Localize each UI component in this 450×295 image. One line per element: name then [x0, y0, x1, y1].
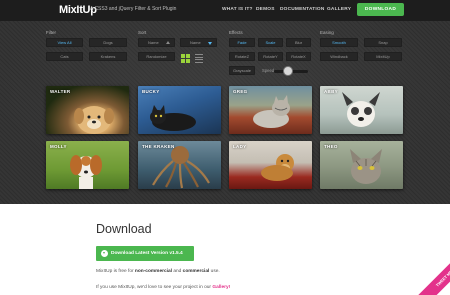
card-abby[interactable]: ABBY — [320, 86, 403, 134]
download-heading: Download — [96, 222, 152, 236]
download-latest-button[interactable]: Download Latest Version v1.5.4 — [96, 246, 194, 261]
card-name: THE KRAKEN — [142, 144, 175, 149]
card-bucky[interactable]: BUCKY — [138, 86, 221, 134]
effect-rotatez-toggle[interactable]: RotateZ — [229, 52, 255, 61]
tagline: A CSS3 and jQuery Filter & Sort Plugin — [90, 6, 177, 12]
filter-view-all-button[interactable]: View All — [46, 38, 83, 47]
card-lady[interactable]: LADY — [229, 141, 312, 189]
effect-blur-toggle[interactable]: Blur — [286, 38, 311, 47]
sort-randomize-button[interactable]: Randomize — [138, 52, 175, 61]
card-name: ABBY — [324, 89, 338, 94]
license-text: MixItUp is free for non-commercial and c… — [96, 269, 220, 274]
sort-label: Sort — [138, 30, 147, 35]
effect-fade-toggle[interactable]: Fade — [229, 38, 255, 47]
speed-slider-handle[interactable] — [282, 66, 293, 76]
list-view-icon[interactable] — [195, 54, 203, 63]
effect-scale-toggle[interactable]: Scale — [258, 38, 283, 47]
card-greg[interactable]: GREG — [229, 86, 312, 134]
card-name: WALTER — [50, 89, 71, 94]
sort-button-label: Name — [190, 40, 201, 45]
filter-label: Filter — [46, 30, 56, 35]
card-the-kraken[interactable]: THE KRAKEN — [138, 141, 221, 189]
card-molly[interactable]: MOLLY — [46, 141, 129, 189]
easing-mixitup-button[interactable]: MixItUp — [364, 52, 402, 61]
grid-view-icon[interactable] — [181, 54, 190, 63]
effect-rotatex-toggle[interactable]: RotateX — [286, 52, 311, 61]
sort-button-label: Name — [148, 40, 159, 45]
filter-cats-button[interactable]: Cats — [46, 52, 83, 61]
card-walter[interactable]: WALTER — [46, 86, 129, 134]
nav-what-is-it[interactable]: WHAT IS IT? — [222, 7, 253, 12]
easing-snap-button[interactable]: Snap — [364, 38, 402, 47]
card-name: THEO — [324, 144, 338, 149]
arrow-down-icon — [208, 42, 212, 45]
easing-smooth-button[interactable]: Smooth — [320, 38, 358, 47]
tweet-ribbon[interactable]: TWEET ME — [418, 252, 450, 295]
card-name: GREG — [233, 89, 248, 94]
card-theo[interactable]: THEO — [320, 141, 403, 189]
card-name: BUCKY — [142, 89, 160, 94]
gallery-invite-text: If you use MixItUp, we'd love to see you… — [96, 285, 231, 290]
nav-demos[interactable]: DEMOS — [256, 7, 275, 12]
effects-label: Effects — [229, 30, 243, 35]
top-navigation-bar: MixItUp A CSS3 and jQuery Filter & Sort … — [0, 0, 450, 21]
demo-panel: Filter View All Dogs Cats Krakens Sort N… — [0, 21, 450, 204]
nav-documentation[interactable]: DOCUMENTATION — [280, 7, 325, 12]
easing-windback-button[interactable]: Windback — [320, 52, 358, 61]
card-name: LADY — [233, 144, 247, 149]
download-icon — [101, 250, 108, 257]
effect-grayscale-toggle[interactable]: Grayscale — [229, 66, 255, 75]
filter-dogs-button[interactable]: Dogs — [89, 38, 127, 47]
card-name: MOLLY — [50, 144, 67, 149]
gallery-link[interactable]: Gallery! — [212, 285, 230, 290]
download-latest-label: Download Latest Version v1.5.4 — [111, 251, 183, 256]
effect-rotatey-toggle[interactable]: RotateY — [258, 52, 283, 61]
filter-krakens-button[interactable]: Krakens — [89, 52, 127, 61]
speed-label: Speed — [262, 68, 275, 73]
nav-gallery[interactable]: GALLERY — [327, 7, 351, 12]
download-button[interactable]: DOWNLOAD — [357, 3, 404, 16]
easing-label: Easing — [320, 30, 334, 35]
arrow-up-icon — [166, 41, 170, 44]
